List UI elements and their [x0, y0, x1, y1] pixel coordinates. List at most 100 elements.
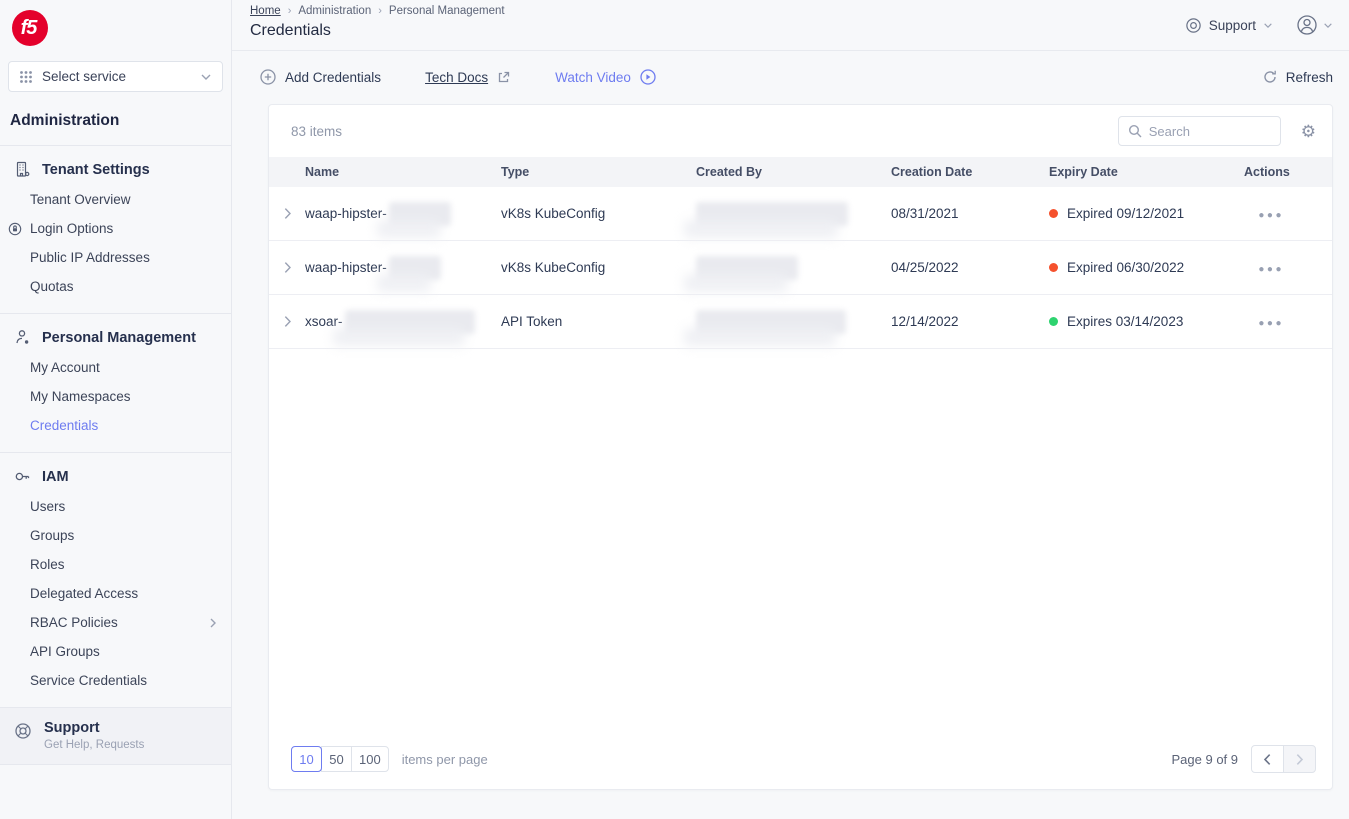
page-size-selector: 10 50 100 [291, 746, 389, 772]
sidebar-item-label: Tenant Overview [30, 192, 131, 207]
sidebar-item-login-options[interactable]: Login Options [0, 214, 231, 243]
play-circle-icon [639, 68, 657, 86]
sidebar-item-quotas[interactable]: Quotas [0, 272, 231, 301]
nav-group-title: IAM [42, 468, 69, 485]
sidebar-item-label: Public IP Addresses [30, 250, 150, 265]
add-credentials-button[interactable]: Add Credentials [259, 68, 381, 86]
row-actions-menu-button[interactable]: ●●● [1258, 264, 1284, 275]
search-box [1117, 116, 1281, 146]
row-expander-icon[interactable] [269, 261, 305, 274]
creation-date: 12/14/2022 [891, 314, 959, 329]
sidebar-item-label: My Account [30, 360, 100, 375]
sidebar-item-label: Roles [30, 557, 65, 572]
sidebar-item-api-groups[interactable]: API Groups [0, 637, 231, 666]
refresh-label: Refresh [1285, 69, 1333, 85]
sidebar-item-users[interactable]: Users [0, 492, 231, 521]
sidebar-support[interactable]: Support Get Help, Requests [0, 707, 231, 765]
credential-type: vK8s KubeConfig [501, 260, 606, 275]
nav-group-header-iam[interactable]: IAM [0, 468, 231, 485]
nav-group-tenant-settings: Tenant Settings Tenant Overview Login Op… [0, 146, 231, 313]
credential-name: waap-hipster- [305, 260, 387, 275]
watch-video-label: Watch Video [555, 69, 631, 85]
page-title: Credentials [250, 22, 331, 39]
lifebuoy-icon [1185, 17, 1202, 34]
chevron-down-icon [1323, 22, 1333, 29]
tech-docs-link[interactable]: Tech Docs [425, 70, 511, 85]
sidebar-item-public-ip-addresses[interactable]: Public IP Addresses [0, 243, 231, 272]
sidebar: f5 Select service Administration Tenant … [0, 0, 232, 819]
row-actions-menu-button[interactable]: ●●● [1258, 318, 1284, 329]
breadcrumb-separator: › [287, 5, 292, 17]
sidebar-item-label: API Groups [30, 644, 100, 659]
toolbar: Add Credentials Tech Docs Watch Video Re… [232, 51, 1349, 103]
support-menu-button[interactable]: Support [1185, 17, 1273, 34]
page-size-100-button[interactable]: 100 [351, 746, 389, 772]
table-column-headers: Name Type Created By Creation Date Expir… [269, 157, 1332, 187]
redacted-text [388, 201, 451, 226]
grid-icon [19, 70, 33, 84]
sidebar-item-my-account[interactable]: My Account [0, 353, 231, 382]
breadcrumb: Home › Administration › Personal Managem… [250, 5, 505, 17]
expiry-label: Expired 09/12/2021 [1067, 206, 1185, 221]
sidebar-item-groups[interactable]: Groups [0, 521, 231, 550]
plus-circle-icon [259, 68, 277, 86]
page-size-10-button[interactable]: 10 [291, 746, 322, 772]
redacted-text [388, 255, 441, 280]
credential-name: xsoar- [305, 314, 343, 329]
nav-group-header-personal-management[interactable]: Personal Management [0, 329, 231, 346]
credential-type: vK8s KubeConfig [501, 206, 606, 221]
sidebar-item-label: Delegated Access [30, 586, 139, 601]
top-bar: Home › Administration › Personal Managem… [232, 0, 1349, 51]
credential-type: API Token [501, 314, 563, 329]
sidebar-item-rbac-policies[interactable]: RBAC Policies [0, 608, 231, 637]
gear-icon[interactable]: ⚙ [1301, 123, 1316, 140]
refresh-icon [1262, 69, 1278, 85]
table-row: xsoar- API Token 12/14/2022 Expires 03/1… [269, 295, 1332, 349]
main-area: Home › Administration › Personal Managem… [232, 0, 1349, 819]
table-empty-space [269, 349, 1332, 731]
chevron-down-icon [200, 73, 212, 81]
sidebar-item-label: Users [30, 499, 66, 514]
nav-group-header-tenant-settings[interactable]: Tenant Settings [0, 161, 231, 178]
sidebar-item-roles[interactable]: Roles [0, 550, 231, 579]
breadcrumb-personal-management: Personal Management [388, 5, 505, 17]
next-page-button[interactable] [1283, 745, 1316, 773]
search-icon [1128, 124, 1142, 138]
sidebar-item-my-namespaces[interactable]: My Namespaces [0, 382, 231, 411]
page-indicator: Page 9 of 9 [1171, 751, 1239, 767]
user-menu-button[interactable] [1295, 13, 1333, 37]
column-header-creation-date: Creation Date [891, 165, 973, 179]
row-expander-icon[interactable] [269, 315, 305, 328]
redacted-text [696, 255, 798, 280]
creation-date: 08/31/2021 [891, 206, 959, 221]
sidebar-item-label: Login Options [30, 221, 114, 236]
nav-group-title: Personal Management [42, 329, 196, 346]
column-header-created-by: Created By [696, 165, 762, 179]
redacted-text [344, 309, 475, 334]
column-header-type: Type [501, 165, 530, 179]
sidebar-item-credentials[interactable]: Credentials [0, 411, 231, 440]
watch-video-link[interactable]: Watch Video [555, 68, 657, 86]
external-link-icon [496, 70, 511, 85]
previous-page-button[interactable] [1251, 745, 1284, 773]
table-row: waap-hipster- vK8s KubeConfig 04/25/2022… [269, 241, 1332, 295]
table-header-bar: 83 items ⚙ [269, 105, 1332, 157]
row-actions-menu-button[interactable]: ●●● [1258, 210, 1284, 221]
pager-buttons [1251, 745, 1316, 773]
f5-logo: f5 [12, 10, 48, 46]
redacted-text [696, 309, 846, 334]
page-size-50-button[interactable]: 50 [321, 746, 352, 772]
pagination-bar: 10 50 100 items per page Page 9 of 9 [269, 731, 1332, 789]
row-expander-icon[interactable] [269, 207, 305, 220]
search-input[interactable] [1148, 123, 1271, 139]
sidebar-item-delegated-access[interactable]: Delegated Access [0, 579, 231, 608]
breadcrumb-home-link[interactable]: Home [250, 5, 281, 17]
user-avatar-icon [1295, 13, 1319, 37]
sidebar-item-service-credentials[interactable]: Service Credentials [0, 666, 231, 695]
refresh-button[interactable]: Refresh [1262, 69, 1333, 85]
add-credentials-label: Add Credentials [285, 69, 382, 85]
service-selector[interactable]: Select service [8, 61, 223, 92]
status-dot-valid [1049, 317, 1058, 326]
lifebuoy-icon [14, 722, 32, 751]
sidebar-item-tenant-overview[interactable]: Tenant Overview [0, 185, 231, 214]
